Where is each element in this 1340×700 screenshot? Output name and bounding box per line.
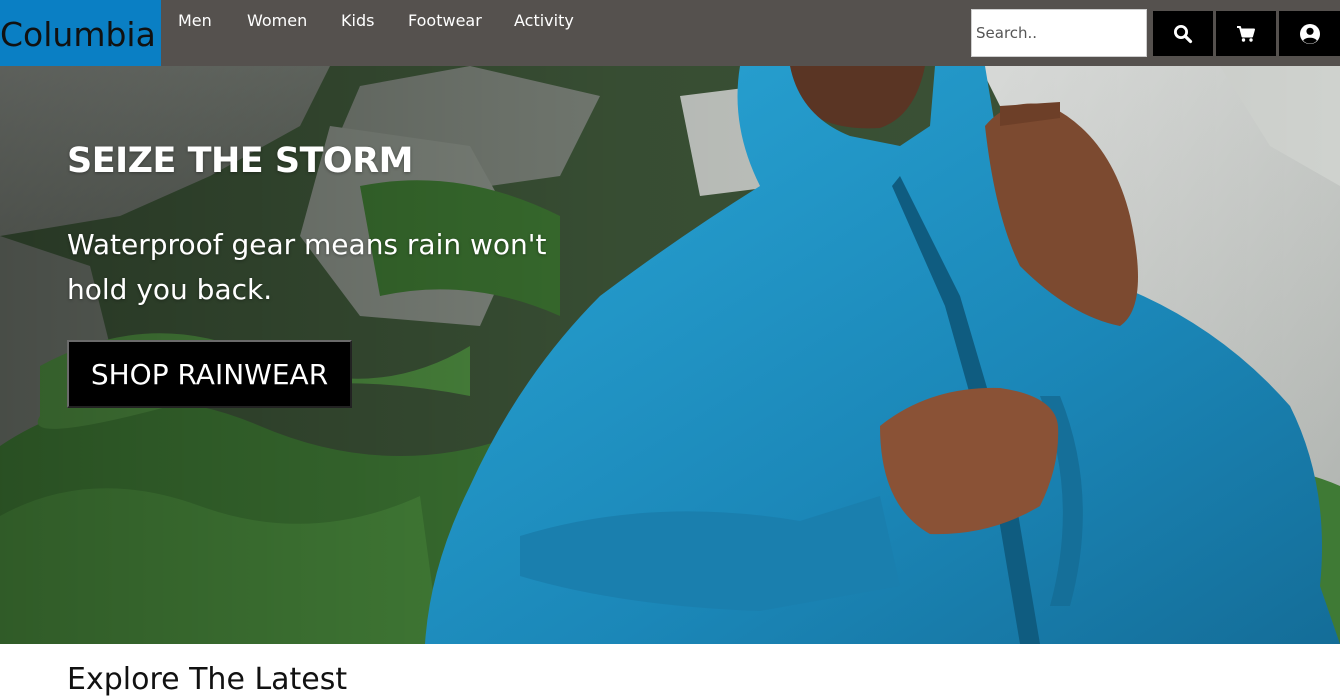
nav-item-footwear[interactable]: Footwear xyxy=(408,10,482,32)
nav-item-men[interactable]: Men xyxy=(178,10,212,32)
nav-item-women[interactable]: Women xyxy=(247,10,307,32)
nav-item-activity[interactable]: Activity xyxy=(514,10,574,32)
top-navigation-bar: Columbia Men Women Kids Footwear Activit… xyxy=(0,0,1340,66)
cart-button[interactable] xyxy=(1216,11,1276,56)
search-button[interactable] xyxy=(1153,11,1213,56)
hero-banner: SEIZE THE STORM Waterproof gear means ra… xyxy=(0,66,1340,644)
nav-item-kids[interactable]: Kids xyxy=(341,10,374,32)
shop-rainwear-button[interactable]: SHOP RAINWEAR xyxy=(67,340,352,408)
user-circle-icon xyxy=(1299,23,1320,44)
section-title: Explore The Latest xyxy=(67,662,348,697)
hero-title: SEIZE THE STORM xyxy=(67,141,414,181)
brand-logo[interactable]: Columbia xyxy=(0,0,161,66)
search-input[interactable] xyxy=(971,9,1147,57)
account-button[interactable] xyxy=(1279,11,1340,56)
search-icon xyxy=(1174,24,1193,43)
hero-subtitle: Waterproof gear means rain won't hold yo… xyxy=(67,228,547,306)
cart-icon xyxy=(1237,25,1255,42)
